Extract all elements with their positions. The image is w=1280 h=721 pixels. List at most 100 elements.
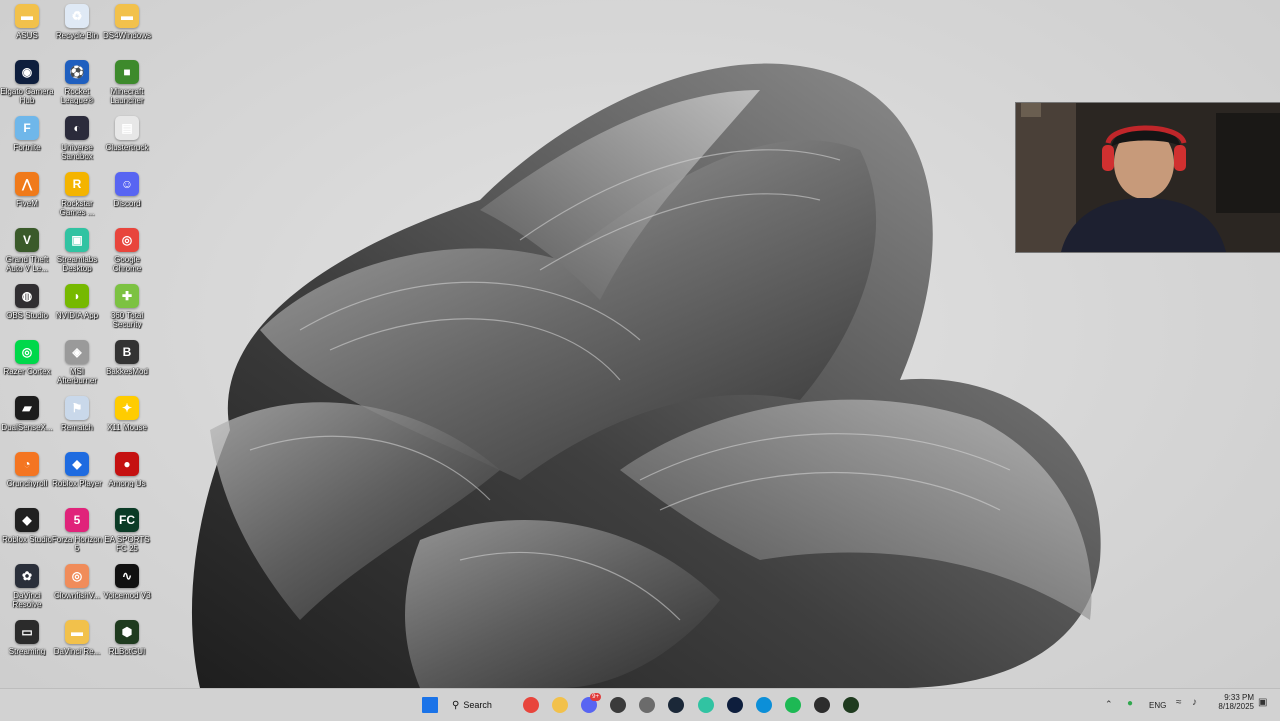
terminal-taskbar-button[interactable] <box>810 693 834 717</box>
desktop-icon-fivem[interactable]: ⋀ FiveM <box>2 172 52 224</box>
file-explorer-taskbar-button[interactable] <box>548 693 572 717</box>
clock[interactable]: 9:33 PM 8/18/2025 <box>1210 693 1254 711</box>
wifi-icon[interactable]: ≈ <box>1176 697 1182 708</box>
desktop-icon-label: RLBotGUI <box>108 647 146 656</box>
desktop-icon-streamlabs-desktop[interactable]: ▣ Streamlabs Desktop <box>52 228 102 280</box>
microphone-icon[interactable]: ● <box>1127 698 1133 709</box>
desktop-icon-clownfishv[interactable]: ◎ ClownfishV... <box>52 564 102 616</box>
chrome-icon <box>523 697 539 713</box>
desktop-icon-recycle-bin[interactable]: ♻ Recycle Bin <box>52 4 102 56</box>
fortnite-icon: F <box>15 116 39 140</box>
start-button[interactable] <box>418 693 442 717</box>
desktop-icon-msi-afterburner[interactable]: ◈ MSI Afterburner <box>52 340 102 392</box>
desktop-icon-label: Forza Horizon 5 <box>51 535 103 553</box>
streamlabs-icon: ▣ <box>65 228 89 252</box>
desktop-icon-ea-sports-fc-25[interactable]: FC EA SPORTS FC 25 <box>102 508 152 560</box>
desktop-icon-label: Discord <box>113 199 141 208</box>
desktop-icon-google-chrome[interactable]: ◎ Google Chrome <box>102 228 152 280</box>
chevron-up-icon[interactable]: ⌃ <box>1105 699 1113 710</box>
desktop-icon-grand-theft-auto-v-le[interactable]: V Grand Theft Auto V Le... <box>2 228 52 280</box>
desktop-icon-dualsensex[interactable]: ▰ DualSenseX... <box>1 396 53 448</box>
desktop-icon-360-total-security[interactable]: ✚ 360 Total Security <box>102 284 152 336</box>
notification-bell-icon[interactable]: ▣ <box>1258 697 1267 708</box>
desktop-icon-rematch[interactable]: ⚑ Rematch <box>52 396 102 448</box>
desktop-icon-rockstar-games[interactable]: R Rockstar Games ... <box>52 172 102 224</box>
spotify-icon <box>785 697 801 713</box>
taskbar-search[interactable]: ⚲ Search <box>452 693 512 717</box>
among-us-icon: ● <box>115 452 139 476</box>
desktop-icon-roblox-studio[interactable]: ◆ Roblox Studio <box>2 508 52 560</box>
desktop-icon-label: FiveM <box>16 199 38 208</box>
desktop-icon-obs-studio[interactable]: ◍ OBS Studio <box>2 284 52 336</box>
desktop-icon-rocket-league[interactable]: ⚽ Rocket League® <box>52 60 102 112</box>
gear-icon <box>639 697 655 713</box>
desktop-icon-label: Voicemod V3 <box>103 591 151 600</box>
spotify-taskbar-button[interactable] <box>781 693 805 717</box>
desktop-icon-elgato-camera-hub[interactable]: ◉ Elgato Camera Hub <box>0 60 54 112</box>
mouse-icon: ✦ <box>115 396 139 420</box>
desktop-icon-davinci-re[interactable]: ▬ DaVinci Re... <box>52 620 102 672</box>
elgato-icon: ◉ <box>15 60 39 84</box>
search-label: Search <box>463 700 492 710</box>
rematch-icon: ⚑ <box>65 396 89 420</box>
desktop-icon-ds4windows[interactable]: ▬ DS4Windows <box>102 4 152 56</box>
store-taskbar-button[interactable] <box>606 693 630 717</box>
desktop-icon-label: Elgato Camera Hub <box>0 87 54 105</box>
desktop-icon-label: Recycle Bin <box>55 31 99 40</box>
notification-badge: 9+ <box>590 693 601 701</box>
elgato-taskbar-button[interactable] <box>723 693 747 717</box>
desktop-icon-label: Streamlabs Desktop <box>56 255 98 273</box>
desktop-icon-label: ASUS <box>16 31 38 40</box>
desktop-icon-label: DaVinci Resolve <box>12 591 42 609</box>
desktop-icon-label: Rockstar Games ... <box>59 199 95 217</box>
desktop-icon-rlbotgui[interactable]: ⬢ RLBotGUI <box>102 620 152 672</box>
desktop-icon-label: DaVinci Re... <box>53 647 101 656</box>
streamlabs-taskbar-button[interactable] <box>694 693 718 717</box>
desktop-icon-label: Crunchyroll <box>6 479 48 488</box>
desktop-icon-roblox-player[interactable]: ◆ Roblox Player <box>52 452 102 504</box>
desktop-icon-label: Fortnite <box>13 143 41 152</box>
clustertruck-icon: ▤ <box>115 116 139 140</box>
roblox-studio-icon: ◆ <box>15 508 39 532</box>
desktop-icon-x11-mouse[interactable]: ✦ X11 Mouse <box>102 396 152 448</box>
desktop-icon-streaming[interactable]: ▭ Streaming <box>2 620 52 672</box>
webcam-person-image <box>1016 103 1280 252</box>
desktop-icon-davinci-resolve[interactable]: ✿ DaVinci Resolve <box>2 564 52 616</box>
desktop-icon-label: BakkesMod <box>106 367 148 376</box>
rlbot-taskbar-button[interactable] <box>839 693 863 717</box>
desktop-icon-nvidia-app[interactable]: ◗ NVIDIA App <box>52 284 102 336</box>
desktop-icon-crunchyroll[interactable]: ◔ Crunchyroll <box>2 452 52 504</box>
discord-taskbar-button[interactable]: 9+ <box>577 693 601 717</box>
rockstar-icon: R <box>65 172 89 196</box>
desktop-icon-universe-sandbox[interactable]: ◐ Universe Sandbox <box>52 116 102 168</box>
desktop-icon-razer-cortex[interactable]: ◎ Razer Cortex <box>2 340 52 392</box>
edge-taskbar-button[interactable] <box>752 693 776 717</box>
desktop-icon-minecraft-launcher[interactable]: ■ Minecraft Launcher <box>102 60 152 112</box>
dualsense-icon: ▰ <box>15 396 39 420</box>
desktop-icon-bakkesmod[interactable]: B BakkesMod <box>102 340 152 392</box>
desktop-icon-discord[interactable]: ☺ Discord <box>102 172 152 224</box>
language-indicator[interactable]: ENG <box>1149 701 1166 710</box>
desktop-icon-forza-horizon-5[interactable]: 5 Forza Horizon 5 <box>52 508 102 560</box>
desktop-icon-label: Rocket League® <box>60 87 94 105</box>
universe-sandbox-icon: ◐ <box>65 116 89 140</box>
desktop-icon-label: X11 Mouse <box>107 423 147 432</box>
rlbot-icon: ⬢ <box>115 620 139 644</box>
desktop-icon-asus[interactable]: ▬ ASUS <box>2 4 52 56</box>
terminal-icon <box>814 697 830 713</box>
desktop-icon-fortnite[interactable]: F Fortnite <box>2 116 52 168</box>
desktop-icon-among-us[interactable]: ● Among Us <box>102 452 152 504</box>
chrome-taskbar-button[interactable] <box>519 693 543 717</box>
settings-taskbar-button[interactable] <box>635 693 659 717</box>
taskbar: 9+ ⚲ Search ⌃ ● ENG ≈ ♪ 9:33 PM 8/18/202… <box>0 688 1280 721</box>
clock-date: 8/18/2025 <box>1218 702 1254 711</box>
clock-time: 9:33 PM <box>1224 693 1254 702</box>
steam-taskbar-button[interactable] <box>664 693 688 717</box>
desktop-icon-voicemod-v3[interactable]: ∿ Voicemod V3 <box>102 564 152 616</box>
desktop-icon-clustertruck[interactable]: ▤ Clustertruck <box>102 116 152 168</box>
desktop-icon-label: OBS Studio <box>6 311 48 320</box>
steam-icon <box>668 697 684 713</box>
clownfish-icon: ◎ <box>65 564 89 588</box>
monitor-icon: ▭ <box>15 620 39 644</box>
volume-icon[interactable]: ♪ <box>1192 697 1197 708</box>
